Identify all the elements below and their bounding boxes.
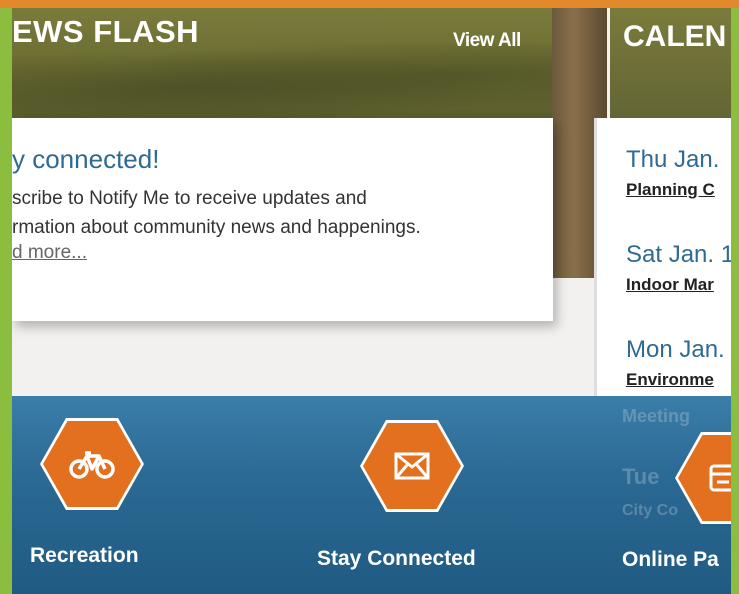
calendar-item[interactable]: Mon Jan. Environme xyxy=(626,336,725,390)
hexagon-badge xyxy=(675,432,731,524)
calendar-title: CALEN xyxy=(623,20,727,53)
photo-frame-left xyxy=(0,8,12,594)
view-all-link[interactable]: View All xyxy=(453,30,521,52)
quick-link-label: Recreation xyxy=(30,544,139,567)
header-background-image xyxy=(12,43,572,118)
calendar-overflow-text: Meeting xyxy=(622,406,691,426)
hexagon-badge xyxy=(40,418,144,510)
calendar-overflow-text: City Co xyxy=(622,502,678,519)
calendar-item[interactable]: Thu Jan. Planning C xyxy=(626,146,719,200)
quick-link-label: Stay Connected xyxy=(317,547,476,570)
calendar-item-date: Thu Jan. xyxy=(626,146,720,173)
news-card-body: scribe to Notify Me to receive updates a… xyxy=(12,184,532,242)
calendar-item-event[interactable]: Indoor Mar xyxy=(626,275,731,295)
calendar-item-date: Sat Jan. 1 xyxy=(626,241,731,268)
news-flash-title: EWS FLASH xyxy=(12,14,200,49)
screen: EWS FLASH View All y connected! scribe t… xyxy=(12,8,731,594)
envelope-icon xyxy=(394,452,430,480)
calendar-item-event[interactable]: Environme xyxy=(626,370,725,390)
bicycle-icon xyxy=(69,451,115,479)
quick-link-label: Online Pa xyxy=(622,548,719,571)
calendar-item-event[interactable]: Planning C xyxy=(626,180,719,200)
calendar-item-date: Mon Jan. xyxy=(626,336,725,363)
news-card-line-1: scribe to Notify Me to receive updates a… xyxy=(12,188,367,209)
photo-frame-top xyxy=(0,0,739,8)
quick-links-band: Meeting Tue City Co Recreation Stay Conn… xyxy=(12,396,731,594)
payment-card-icon xyxy=(709,464,731,492)
calendar-item[interactable]: Sat Jan. 1 Indoor Mar xyxy=(626,241,731,295)
news-card: y connected! scribe to Notify Me to rece… xyxy=(12,118,553,321)
calendar-overflow-text: Tue xyxy=(622,464,660,489)
news-card-title[interactable]: y connected! xyxy=(12,144,159,175)
photo-frame-right xyxy=(731,8,739,594)
read-more-link[interactable]: d more... xyxy=(12,242,87,264)
news-card-line-2: rmation about community news and happeni… xyxy=(12,217,421,238)
news-flash-header: EWS FLASH View All xyxy=(12,8,572,118)
hexagon-badge xyxy=(360,420,464,512)
